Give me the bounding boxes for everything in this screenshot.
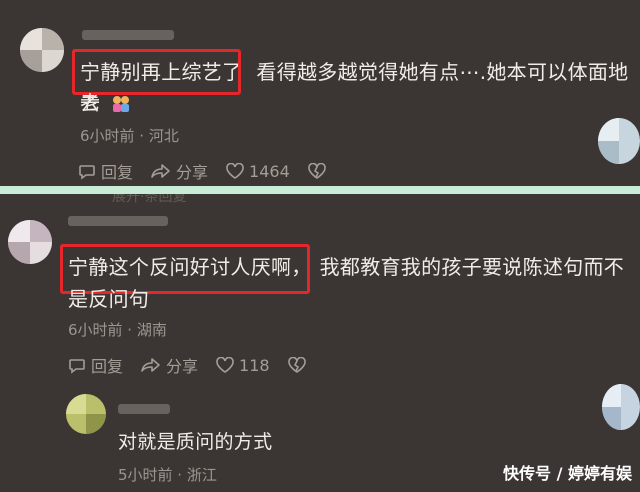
reply-icon bbox=[79, 165, 95, 180]
dislike-button[interactable] bbox=[307, 163, 331, 179]
watermark-text: 快传号 / 婷婷有娱 bbox=[503, 464, 632, 483]
broken-heart-icon bbox=[287, 357, 306, 373]
cut-off-text: 展开·条回复 bbox=[112, 194, 187, 205]
heart-icon bbox=[226, 163, 244, 179]
reply-user-avatar[interactable] bbox=[66, 394, 106, 434]
section-divider bbox=[0, 186, 640, 194]
like-count: 1464 bbox=[249, 161, 290, 181]
comment-actions: 回复 分享 1464 bbox=[78, 159, 349, 183]
reply-meta: 5小时前 · 浙江 bbox=[118, 466, 217, 484]
reply-button[interactable]: 回复 bbox=[78, 159, 133, 183]
reply-icon bbox=[69, 359, 85, 374]
comment-meta: 6小时前 · 湖南 bbox=[68, 321, 167, 339]
comment-text-line2: 是反问句 bbox=[68, 287, 150, 311]
dislike-button[interactable] bbox=[287, 357, 311, 373]
share-button[interactable]: 分享 bbox=[141, 353, 198, 377]
blurred-avatar-edge bbox=[602, 384, 640, 430]
heart-icon bbox=[216, 357, 234, 373]
comment-continuation: 我都教育我的孩子要说陈述句而不 bbox=[319, 255, 625, 279]
like-count: 118 bbox=[239, 355, 270, 375]
comment-actions: 回复 分享 118 bbox=[68, 353, 329, 377]
user-avatar[interactable] bbox=[20, 28, 64, 72]
share-icon bbox=[141, 358, 160, 372]
share-icon bbox=[151, 164, 170, 178]
comment-meta: 6小时前 · 河北 bbox=[80, 127, 179, 145]
comment-card-2: 展开·条回复 宁静这个反问好讨人厌啊， 我都教育我的孩子要说陈述句而不 是反问句 … bbox=[0, 194, 640, 492]
user-avatar[interactable] bbox=[8, 220, 52, 264]
blurred-avatar-edge bbox=[598, 118, 640, 164]
like-button[interactable]: 118 bbox=[216, 356, 270, 375]
like-button[interactable]: 1464 bbox=[226, 162, 290, 181]
share-button[interactable]: 分享 bbox=[151, 159, 208, 183]
reply-text: 对就是质问的方式 bbox=[118, 431, 273, 453]
username-blurred[interactable] bbox=[68, 216, 168, 226]
comment-card-1: 宁静别再上综艺了 看得越多越觉得她有点⋯.她本可以体面地老 去 6小时前 · 河北… bbox=[0, 0, 640, 186]
username-blurred[interactable] bbox=[82, 30, 174, 40]
comment-text-line2: 去 bbox=[80, 88, 131, 118]
couple-emoji-icon bbox=[111, 90, 131, 112]
reply-button[interactable]: 回复 bbox=[68, 353, 123, 377]
broken-heart-icon bbox=[307, 163, 326, 179]
reply-username-blurred[interactable] bbox=[118, 404, 170, 414]
